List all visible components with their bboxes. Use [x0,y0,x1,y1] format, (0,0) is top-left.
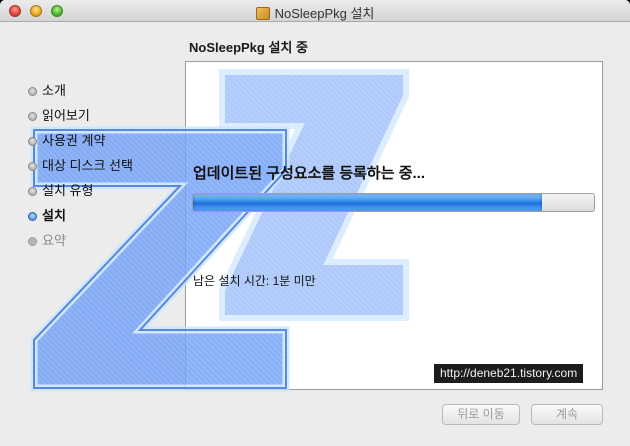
go-back-button[interactable]: 뒤로 이동 [442,404,520,425]
step-bullet-icon [28,87,37,96]
watermark-url: http://deneb21.tistory.com [434,364,584,383]
step-label: 요약 [42,233,66,248]
step-label: 설치 유형 [42,183,94,198]
step-summary: 요약 [28,233,133,258]
step-bullet-icon [28,162,37,171]
window-title-text: NoSleepPkg 설치 [274,6,375,21]
content-panel [185,61,603,390]
package-icon [255,7,270,20]
progress-fill [193,194,542,211]
step-label: 대상 디스크 선택 [42,158,133,173]
step-read-me: 읽어보기 [28,108,133,133]
step-license: 사용권 계약 [28,133,133,158]
installer-window: NoSleepPkg 설치 NoSleepPkg 설치 중 소개 읽어보기 사용… [0,0,630,446]
install-status-text: 업데이트된 구성요소를 등록하는 중... [193,165,426,182]
installer-steps: 소개 읽어보기 사용권 계약 대상 디스크 선택 설치 유형 설치 요약 [28,83,133,258]
title-bar[interactable]: NoSleepPkg 설치 [0,0,630,22]
continue-button[interactable]: 계속 [531,404,603,425]
step-label: 설치 [42,208,66,223]
step-install: 설치 [28,208,133,233]
step-bullet-icon [28,112,37,121]
step-bullet-icon [28,237,37,246]
time-remaining: 남은 설치 시간: 1분 미만 [193,274,316,288]
step-label: 소개 [42,83,66,98]
page-heading: NoSleepPkg 설치 중 [189,40,308,55]
step-label: 사용권 계약 [42,133,106,148]
install-progress-bar [192,193,595,212]
step-bullet-icon [28,137,37,146]
step-introduction: 소개 [28,83,133,108]
window-title: NoSleepPkg 설치 [0,3,630,22]
step-active-bullet-icon [28,212,37,221]
step-label: 읽어보기 [42,108,90,123]
step-bullet-icon [28,187,37,196]
step-destination: 대상 디스크 선택 [28,158,133,183]
step-installation-type: 설치 유형 [28,183,133,208]
